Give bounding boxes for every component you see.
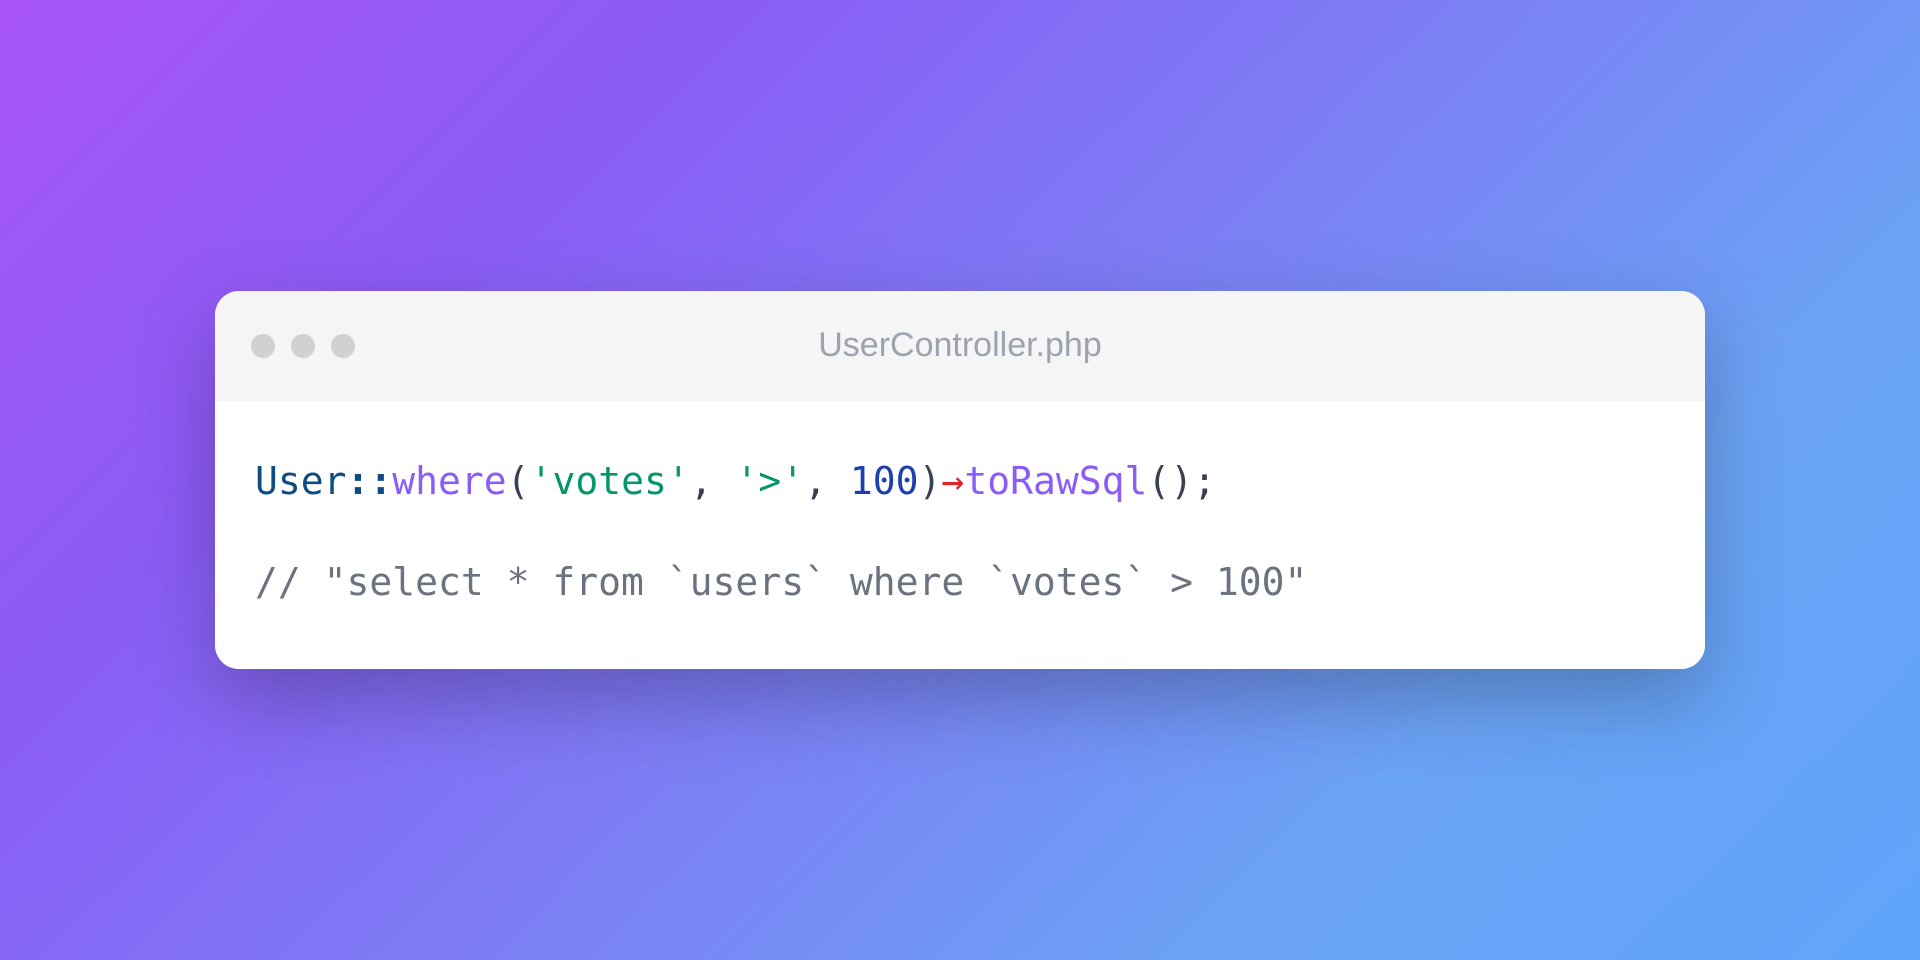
- code-line-1: User::where('votes', '>', 100)→toRawSql(…: [255, 455, 1665, 508]
- token-method: where: [392, 459, 506, 503]
- token-string: 'votes': [530, 459, 690, 503]
- token-comma: ,: [804, 459, 850, 503]
- window-minimize-icon[interactable]: [291, 334, 315, 358]
- code-editor: User::where('votes', '>', 100)→toRawSql(…: [215, 401, 1705, 669]
- token-paren: ): [919, 459, 942, 503]
- code-window: UserController.php User::where('votes', …: [215, 291, 1705, 669]
- token-arrow: →: [941, 459, 964, 503]
- token-paren: (: [1147, 459, 1170, 503]
- token-semicolon: ;: [1193, 459, 1216, 503]
- window-maximize-icon[interactable]: [331, 334, 355, 358]
- window-title: UserController.php: [818, 326, 1101, 365]
- token-string: '>': [735, 459, 804, 503]
- token-method: toRawSql: [964, 459, 1147, 503]
- token-paren: ): [1170, 459, 1193, 503]
- code-line-2: // "select * from `users` where `votes` …: [255, 556, 1665, 609]
- window-controls: [251, 334, 355, 358]
- token-comma: ,: [690, 459, 736, 503]
- token-class: User: [255, 459, 347, 503]
- token-comment: // "select * from `users` where `votes` …: [255, 560, 1307, 604]
- window-close-icon[interactable]: [251, 334, 275, 358]
- token-scope: ::: [347, 459, 393, 503]
- token-number: 100: [850, 459, 919, 503]
- token-paren: (: [507, 459, 530, 503]
- window-titlebar: UserController.php: [215, 291, 1705, 401]
